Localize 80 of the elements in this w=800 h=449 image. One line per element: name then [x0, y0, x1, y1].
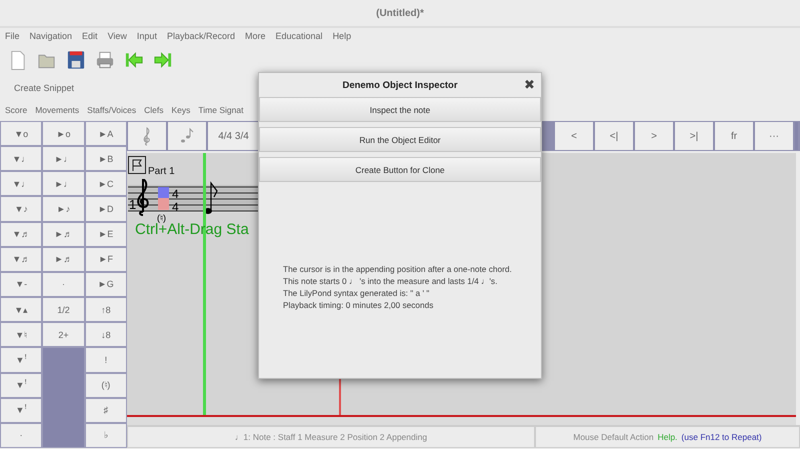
- notes-icon[interactable]: [180, 127, 194, 145]
- palette-button[interactable]: ▼ꜝ: [1, 398, 42, 422]
- flag-icon[interactable]: [128, 156, 146, 174]
- dialog-button[interactable]: Create Button for Clone: [259, 157, 541, 182]
- palette-button[interactable]: ↓8: [86, 323, 126, 346]
- accidental: (♮): [157, 213, 166, 223]
- palette-button[interactable]: ►♬: [43, 222, 84, 246]
- palette-button[interactable]: ►♪: [43, 197, 84, 221]
- part-name: Part 1: [148, 166, 175, 177]
- dialog-button[interactable]: Run the Object Editor: [259, 127, 541, 152]
- menu-item[interactable]: Edit: [82, 30, 98, 40]
- palette-tab[interactable]: Keys: [172, 105, 190, 115]
- palette-button[interactable]: ►B: [86, 147, 126, 170]
- menu-item[interactable]: Playback/Record: [166, 30, 235, 40]
- palette-button[interactable]: ▼-: [1, 272, 42, 296]
- palette-button[interactable]: ♭: [86, 424, 126, 447]
- printer-icon[interactable]: [95, 49, 115, 71]
- palette-tab[interactable]: Movements: [35, 105, 80, 115]
- palette-button[interactable]: ▼o: [1, 122, 42, 146]
- help-label: Help.: [658, 432, 678, 442]
- palette-button[interactable]: ▼♬: [1, 222, 42, 246]
- status-position: ♩1: Note : Staff 1 Measure 2 Position 2 Appending: [127, 426, 535, 448]
- navigation-button[interactable]: ···: [755, 122, 793, 150]
- palette-tab[interactable]: Staffs/Voices: [87, 105, 136, 115]
- menu-item[interactable]: File: [5, 30, 20, 40]
- create-snippet-button[interactable]: Create Snippet: [14, 83, 74, 93]
- mouse-action-label: Mouse Default Action: [573, 432, 654, 442]
- palette-button[interactable]: ▼▴: [1, 298, 42, 322]
- palette-tab[interactable]: Score: [5, 105, 28, 115]
- navigation-button[interactable]: <: [555, 122, 593, 150]
- palette-button[interactable]: ▼♩: [1, 147, 42, 170]
- palette-button[interactable]: ▼♬: [1, 248, 42, 271]
- close-button[interactable]: ✖: [524, 77, 535, 92]
- dialog-button[interactable]: Inspect the note: [259, 97, 541, 122]
- palette-button[interactable]: ↑8: [86, 298, 126, 322]
- palette-button[interactable]: ►A: [86, 122, 126, 146]
- info-line: The cursor is in the appending position after a one-note chord.: [283, 263, 513, 275]
- palette-button[interactable]: 1/2: [43, 298, 84, 322]
- palette-button[interactable]: ►F: [86, 248, 126, 271]
- palette-button[interactable]: ▼ꜝ: [1, 348, 42, 372]
- navigation-button[interactable]: >|: [675, 122, 713, 150]
- palette-button[interactable]: ▼♩: [1, 172, 42, 196]
- menu-item[interactable]: Educational: [276, 30, 323, 40]
- dialog-title: Denemo Object Inspector: [342, 80, 458, 90]
- palette-button[interactable]: ►♩: [43, 172, 84, 196]
- palette-button[interactable]: ►E: [86, 222, 126, 246]
- menu-item[interactable]: More: [245, 30, 266, 40]
- treble-clef-icon[interactable]: [142, 126, 152, 146]
- palette-button[interactable]: ▼ꜝ: [1, 374, 42, 397]
- menu-item[interactable]: Help: [332, 30, 352, 40]
- palette-button[interactable]: ▼♮: [1, 323, 42, 346]
- palette-button[interactable]: ·: [1, 424, 42, 447]
- palette-button[interactable]: ·: [43, 272, 84, 296]
- palette-button[interactable]: ►o: [43, 122, 84, 146]
- palette-button[interactable]: ♯: [86, 398, 126, 422]
- palette-button[interactable]: !: [86, 348, 126, 372]
- navigation-button[interactable]: <|: [595, 122, 633, 150]
- info-line: This note starts 0 ♩ 's into the measure and lasts 1/4 ♩'s.: [283, 275, 498, 287]
- palette-tab[interactable]: Time Signat: [198, 105, 244, 115]
- palette-button[interactable]: ▼♪: [1, 197, 42, 221]
- time-signature-button[interactable]: 4/4 3/4: [208, 122, 259, 150]
- palette-button[interactable]: ►D: [86, 197, 126, 221]
- info-line: The LilyPond syntax generated is: " a ' ": [283, 287, 430, 299]
- notes-button[interactable]: [168, 122, 206, 150]
- clef-button[interactable]: [128, 122, 166, 150]
- palette-button[interactable]: ►♬: [43, 248, 84, 271]
- info-line: Playback timing: 0 minutes 2,00 seconds: [283, 299, 434, 311]
- palette-button[interactable]: ►C: [86, 172, 126, 196]
- navigation-button[interactable]: >: [635, 122, 673, 150]
- window-title: (Untitled)*: [376, 8, 424, 18]
- palette-button[interactable]: (♮): [86, 374, 126, 397]
- navigation-button[interactable]: fr: [715, 122, 753, 150]
- menu-item[interactable]: View: [108, 30, 127, 40]
- palette-button[interactable]: ►♩: [43, 147, 84, 170]
- palette-tab[interactable]: Clefs: [144, 105, 164, 115]
- palette-button[interactable]: ►G: [86, 272, 126, 296]
- repeat-hint: (use Fn12 to Repeat): [681, 432, 762, 442]
- palette-button[interactable]: 2+: [43, 323, 84, 346]
- menu-item[interactable]: Navigation: [30, 30, 72, 40]
- menu-item[interactable]: Input: [136, 30, 157, 40]
